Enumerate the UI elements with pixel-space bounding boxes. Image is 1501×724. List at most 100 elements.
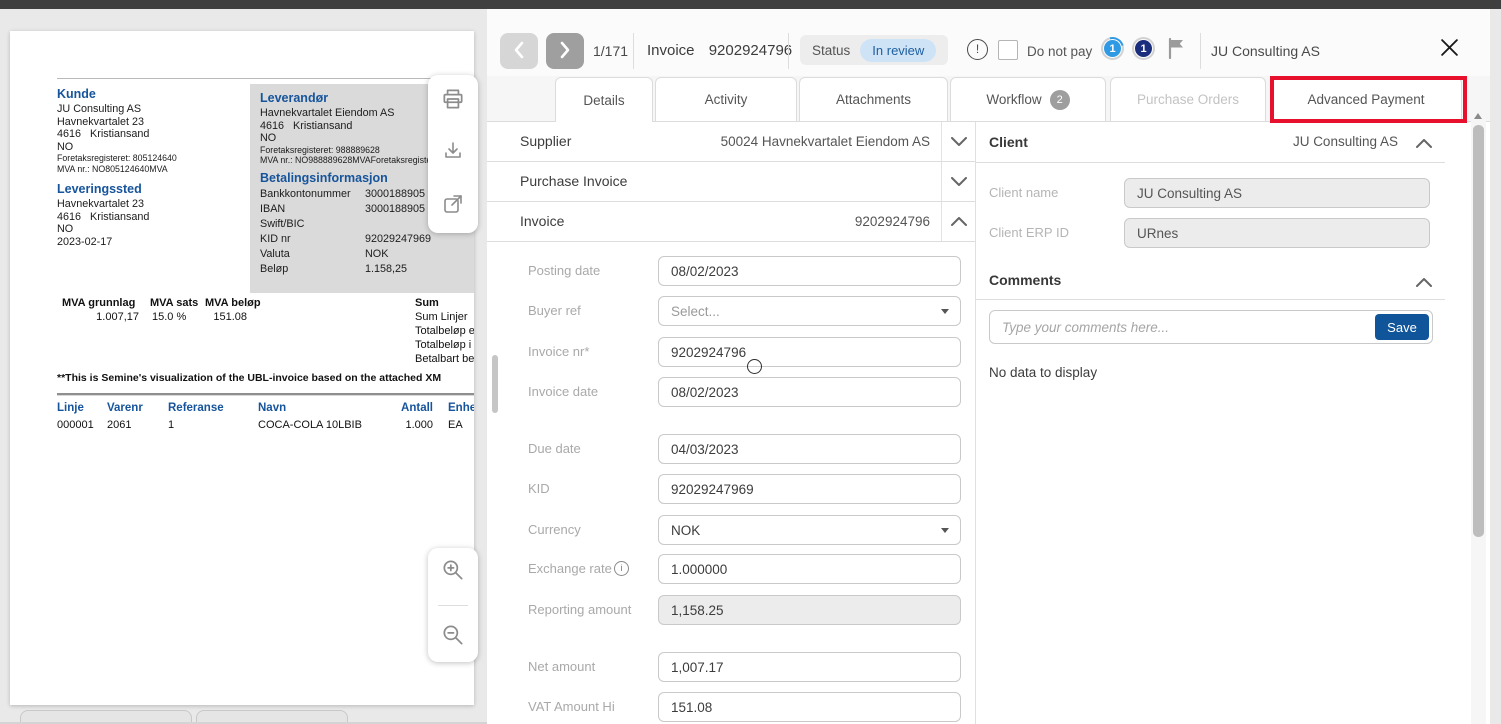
doc-sum-line: Sum Linjer	[415, 311, 468, 323]
comments-header-label: Comments	[989, 262, 1061, 299]
zoom-in-button[interactable]	[436, 556, 470, 590]
scrollbar-up-arrow[interactable]	[1474, 113, 1482, 119]
download-button[interactable]	[436, 137, 470, 171]
invoice-nr-label: Invoice nr*	[528, 337, 589, 367]
client-name-label: Client name	[989, 178, 1058, 208]
comments-section-header[interactable]: Comments	[976, 262, 1445, 300]
doc-items-header: Varenr	[107, 402, 143, 414]
accordion-supplier[interactable]: Supplier 50024 Havnekvartalet Eiendom AS	[487, 122, 975, 162]
document-top-rule	[57, 78, 474, 79]
flag-icon[interactable]	[1166, 37, 1186, 64]
due-date-input[interactable]	[658, 434, 961, 464]
doc-item-cell: 1	[168, 419, 174, 431]
field-net-amount: Net amount	[487, 652, 975, 682]
doc-items-header: Antall	[387, 402, 433, 414]
document-line-items: Linje Varenr Referanse Navn Antall Enhe …	[57, 402, 474, 442]
doc-leveringssted-heading: Leveringssted	[57, 182, 252, 196]
chevron-down-icon[interactable]	[941, 122, 975, 161]
workflow-step-badge-2[interactable]: 1	[1132, 37, 1155, 60]
document-divider	[57, 393, 474, 396]
zoom-out-button[interactable]	[436, 621, 470, 655]
field-invoice-nr: Invoice nr*	[487, 337, 975, 367]
invoice-title-label: Invoice	[647, 42, 695, 59]
doc-sum-line: Totalbeløp e	[415, 325, 474, 337]
accordion-invoice[interactable]: Invoice 9202924796	[487, 202, 975, 242]
kid-input[interactable]	[658, 474, 961, 504]
net-amount-input[interactable]	[658, 652, 961, 682]
close-icon	[1440, 38, 1459, 62]
client-section-header[interactable]: Client JU Consulting AS	[976, 122, 1445, 163]
status-badge: In review	[860, 39, 936, 62]
vat-amount-hi-input[interactable]	[658, 692, 961, 722]
client-erp-id-label: Client ERP ID	[989, 218, 1069, 248]
client-name-input	[1124, 178, 1430, 208]
exchange-rate-input[interactable]	[658, 554, 961, 584]
doc-sum-line: Totalbeløp i	[415, 339, 471, 351]
tab-workflow[interactable]: Workflow 2	[950, 77, 1106, 121]
status-label: Status	[812, 43, 850, 58]
toolbar-divider	[438, 605, 468, 606]
invoice-nr-input[interactable]	[658, 337, 961, 367]
field-buyer-ref: Buyer ref	[487, 296, 975, 326]
info-icon[interactable]: i	[614, 561, 629, 576]
chevron-up-icon[interactable]	[941, 202, 975, 241]
doc-items-header: Linje	[57, 402, 84, 414]
doc-mva-header: MVA beløp	[205, 297, 261, 309]
comment-box: Save	[989, 310, 1433, 344]
doc-sum-line: Betalbart be	[415, 353, 474, 365]
buyer-ref-select[interactable]	[658, 296, 961, 326]
preview-scrollbar-thumb[interactable]	[492, 355, 498, 413]
comments-empty-state: No data to display	[989, 365, 1097, 380]
alert-icon[interactable]: !	[967, 39, 988, 60]
document-customer-block: Kunde JU Consulting AS Havnekvartalet 23…	[57, 87, 252, 248]
chevron-up-icon[interactable]	[1416, 274, 1432, 292]
client-comments-column: Client JU Consulting AS Client name Clie…	[975, 122, 1445, 724]
zoom-out-icon	[440, 622, 466, 653]
comment-input[interactable]	[989, 310, 1433, 344]
invoice-date-input[interactable]	[658, 377, 961, 407]
header-divider	[633, 33, 634, 69]
tab-details[interactable]: Details	[555, 77, 653, 122]
status-group: Status In review	[800, 35, 948, 65]
client-erp-id-input	[1124, 218, 1430, 248]
supplier-section-value: 50024 Havnekvartalet Eiendom AS	[721, 122, 930, 161]
detail-scrollbar-thumb[interactable]	[1473, 125, 1484, 537]
field-exchange-rate: Exchange rate i	[487, 554, 975, 584]
invoice-counter: 1/171	[593, 43, 628, 59]
tab-activity[interactable]: Activity	[655, 77, 797, 121]
client-header-label: Client	[989, 122, 1028, 162]
print-button[interactable]	[436, 84, 470, 118]
tab-attachments[interactable]: Attachments	[799, 77, 948, 121]
invoice-title-number: 9202924796	[709, 42, 792, 59]
document-actions-toolbar	[428, 75, 478, 233]
document-vat-summary: MVA grunnlag MVA sats MVA beløp 1.007,17…	[62, 297, 474, 367]
accordion-purchase-invoice[interactable]: Purchase Invoice	[487, 162, 975, 202]
posting-date-input[interactable]	[658, 256, 961, 286]
do-not-pay-label: Do not pay	[1027, 44, 1092, 59]
open-external-button[interactable]	[436, 190, 470, 224]
supplier-section-label: Supplier	[520, 122, 571, 161]
chevron-up-icon[interactable]	[1416, 135, 1432, 153]
field-client-erp-id: Client ERP ID	[976, 218, 1445, 248]
cursor-indicator	[747, 359, 762, 374]
previous-invoice-button[interactable]	[500, 33, 538, 69]
purchase-invoice-section-label: Purchase Invoice	[520, 162, 627, 201]
field-posting-date: Posting date	[487, 256, 975, 286]
annotation-highlight-box	[1270, 76, 1467, 123]
doc-item-cell: 1.000	[387, 419, 433, 431]
doc-item-cell: 000001	[57, 419, 94, 431]
save-comment-button[interactable]: Save	[1375, 314, 1429, 340]
reporting-amount-label: Reporting amount	[528, 595, 631, 625]
doc-kunde-heading: Kunde	[57, 87, 252, 101]
top-window-strip	[0, 0, 1501, 9]
chevron-down-icon[interactable]	[941, 162, 975, 201]
currency-select[interactable]	[658, 515, 961, 545]
close-button[interactable]	[1437, 38, 1461, 62]
doc-items-header: Enhe	[448, 402, 474, 414]
kid-label: KID	[528, 474, 550, 504]
workflow-step-badge-1[interactable]: 1	[1097, 33, 1128, 64]
do-not-pay-checkbox[interactable]	[998, 40, 1018, 60]
next-invoice-button[interactable]	[546, 33, 584, 69]
exchange-rate-label: Exchange rate	[528, 554, 612, 584]
doc-item-cell: COCA-COLA 10LBIB	[258, 419, 362, 431]
